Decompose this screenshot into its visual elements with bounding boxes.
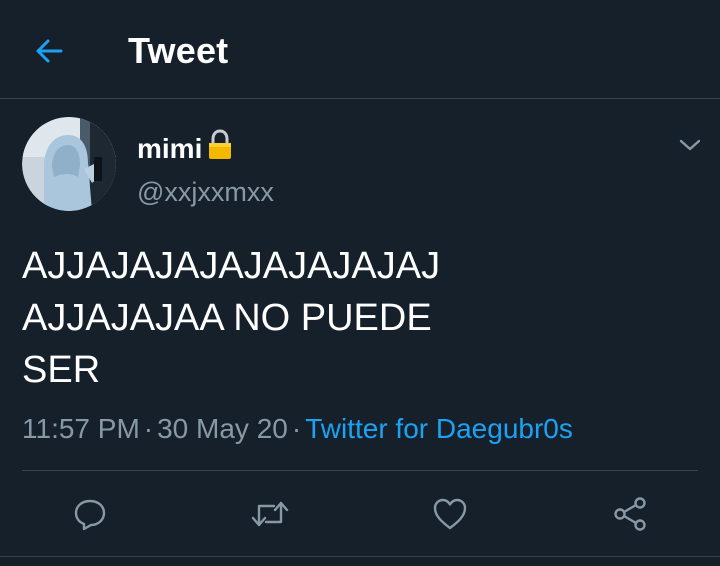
tweet-text-line: AJJAJAJAA NO PUEDE xyxy=(22,297,432,339)
tweet-time: 11:57 PM xyxy=(22,413,140,444)
divider xyxy=(22,470,698,471)
avatar[interactable] xyxy=(22,117,116,211)
retweet-icon xyxy=(251,501,289,527)
reply-icon xyxy=(74,499,106,531)
share-button[interactable] xyxy=(606,490,654,538)
lock-icon xyxy=(206,129,234,166)
reply-button[interactable] xyxy=(66,490,114,538)
arrow-left-icon xyxy=(36,39,63,63)
share-icon xyxy=(614,497,646,531)
tweet-metadata: 11:57 PM · 30 May 20 · Twitter for Daegubr0s xyxy=(22,413,573,445)
tweet-actions-bar xyxy=(0,490,720,538)
tweet-source-link[interactable]: Twitter for Daegubr0s xyxy=(305,413,573,444)
tweet-date: 30 May 20 xyxy=(157,413,288,444)
retweet-button[interactable] xyxy=(246,490,294,538)
divider xyxy=(0,556,720,557)
tweet-text: AJJAJAJAJAJAJAJAJAJ AJJAJAJAA NO PUEDE S… xyxy=(22,240,682,396)
tweet-text-line: SER xyxy=(22,349,101,391)
top-app-bar: Tweet xyxy=(0,0,720,99)
meta-separator: · xyxy=(143,413,154,444)
author-display-name: mimi xyxy=(137,132,203,164)
like-button[interactable] xyxy=(426,490,474,538)
tweet-detail-screen: Tweet mimi @xxjxxmxx AJJAJAJAJAJAJAJAJAJ… xyxy=(0,0,720,566)
chevron-down-icon xyxy=(679,139,701,151)
back-button[interactable] xyxy=(26,28,72,74)
avatar-image xyxy=(22,117,116,211)
tweet-menu-button[interactable] xyxy=(672,128,708,162)
page-title: Tweet xyxy=(128,30,229,71)
meta-separator: · xyxy=(291,413,302,444)
tweet-text-line: AJJAJAJAJAJAJAJAJAJ xyxy=(22,245,441,287)
author-handle[interactable]: @xxjxxmxx xyxy=(137,177,274,208)
author-name-row[interactable]: mimi xyxy=(137,129,234,166)
heart-icon xyxy=(433,498,467,530)
